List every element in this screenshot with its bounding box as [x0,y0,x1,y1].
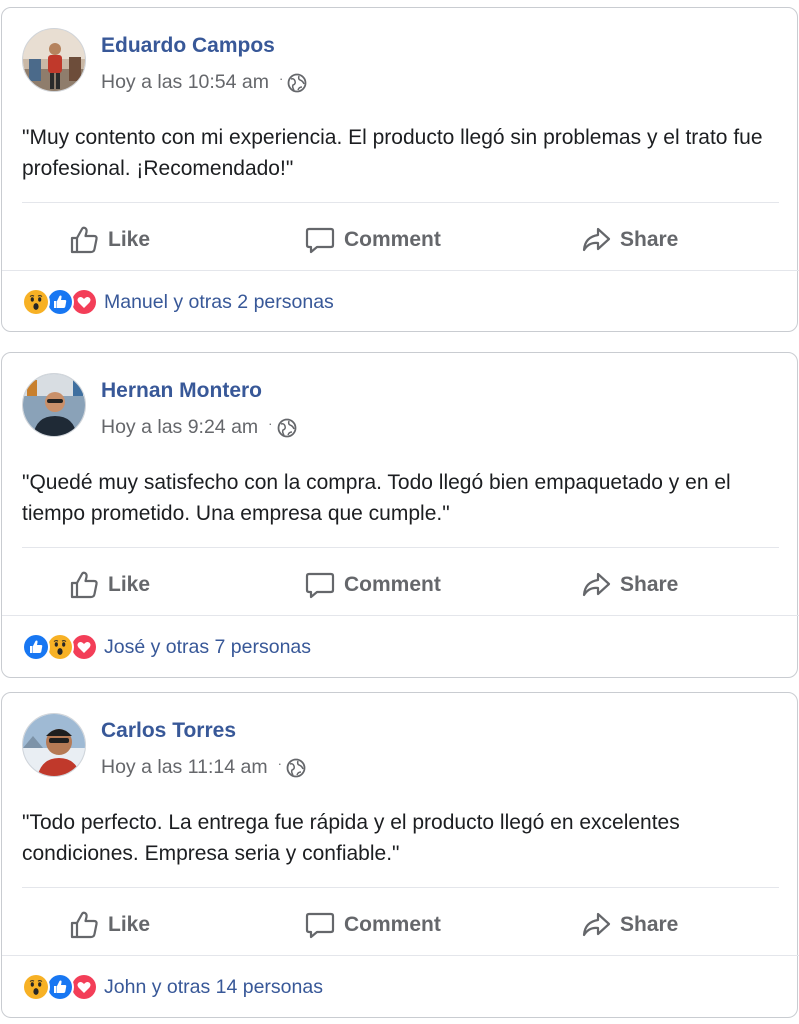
like-label: Like [108,913,151,936]
wow-icon [46,633,74,661]
globe-icon [287,73,307,93]
thumbs-up-icon [68,224,100,256]
post-header: Carlos Torres Hoy a las 11:14 am · [22,713,782,783]
post-meta: Hoy a las 10:54 am · [101,71,307,94]
reactions-text[interactable]: John y otras 14 personas [104,976,323,999]
share-button[interactable]: Share [580,896,678,954]
share-label: Share [620,913,679,936]
share-icon [580,569,612,601]
like-label: Like [108,228,151,251]
action-bar: Like Comment Share [22,556,779,614]
comment-label: Comment [344,573,441,596]
comment-icon [304,909,336,941]
post-header: Hernan Montero Hoy a las 9:24 am · [22,373,782,443]
thumbs-up-icon [68,909,100,941]
post-card: Carlos Torres Hoy a las 11:14 am · "Todo… [1,692,799,1018]
action-bar: Like Comment Share [22,211,779,269]
comment-icon [304,569,336,601]
share-icon [580,909,612,941]
author-name[interactable]: Eduardo Campos [101,34,275,58]
wow-icon [22,973,50,1001]
timestamp[interactable]: Hoy a las 11:14 am [101,756,268,779]
reactions-summary[interactable]: John y otras 14 personas [22,969,323,1005]
timestamp[interactable]: Hoy a las 10:54 am [101,71,269,94]
globe-icon [286,758,306,778]
comment-icon [304,224,336,256]
post-meta: Hoy a las 9:24 am · [101,416,297,439]
like-icon [46,288,74,316]
share-icon [580,224,612,256]
share-label: Share [620,228,679,251]
divider [22,547,779,548]
wow-icon [22,288,50,316]
reaction-icons [22,973,98,1001]
comment-label: Comment [344,913,441,936]
post-text: "Muy contento con mi experiencia. El pro… [22,126,763,180]
like-button[interactable]: Like [68,896,150,954]
comment-label: Comment [344,228,441,251]
author-name[interactable]: Carlos Torres [101,719,236,743]
divider [2,955,799,956]
divider [22,887,779,888]
author-name[interactable]: Hernan Montero [101,379,262,403]
love-icon [70,973,98,1001]
like-icon [46,973,74,1001]
avatar[interactable] [22,373,86,437]
like-icon [22,633,50,661]
separator-dot: · [279,71,284,86]
avatar[interactable] [22,713,86,777]
share-button[interactable]: Share [580,211,678,269]
post-card: Eduardo Campos Hoy a las 10:54 am · "Muy… [1,7,799,332]
divider [2,615,799,616]
post-header: Eduardo Campos Hoy a las 10:54 am · [22,28,782,98]
post-text: "Todo perfecto. La entrega fue rápida y … [22,811,680,865]
reactions-summary[interactable]: Manuel y otras 2 personas [22,284,334,320]
like-label: Like [108,573,151,596]
comment-button[interactable]: Comment [304,556,441,614]
comment-button[interactable]: Comment [304,896,441,954]
thumbs-up-icon [68,569,100,601]
love-icon [70,633,98,661]
separator-dot: · [277,756,282,771]
love-icon [70,288,98,316]
like-button[interactable]: Like [68,556,150,614]
action-bar: Like Comment Share [22,896,779,954]
divider [2,270,799,271]
post-card: Hernan Montero Hoy a las 9:24 am · "Qued… [1,352,799,678]
post-text: "Quedé muy satisfecho con la compra. Tod… [22,471,731,525]
reaction-icons [22,633,98,661]
globe-icon [277,418,297,438]
avatar[interactable] [22,28,86,92]
timestamp[interactable]: Hoy a las 9:24 am [101,416,258,439]
separator-dot: · [268,416,273,431]
comment-button[interactable]: Comment [304,211,441,269]
like-button[interactable]: Like [68,211,150,269]
divider [22,202,779,203]
share-button[interactable]: Share [580,556,678,614]
reaction-icons [22,288,98,316]
post-meta: Hoy a las 11:14 am · [101,756,306,779]
share-label: Share [620,573,679,596]
reactions-text[interactable]: José y otras 7 personas [104,636,311,659]
reactions-summary[interactable]: José y otras 7 personas [22,629,311,665]
reactions-text[interactable]: Manuel y otras 2 personas [104,291,334,314]
